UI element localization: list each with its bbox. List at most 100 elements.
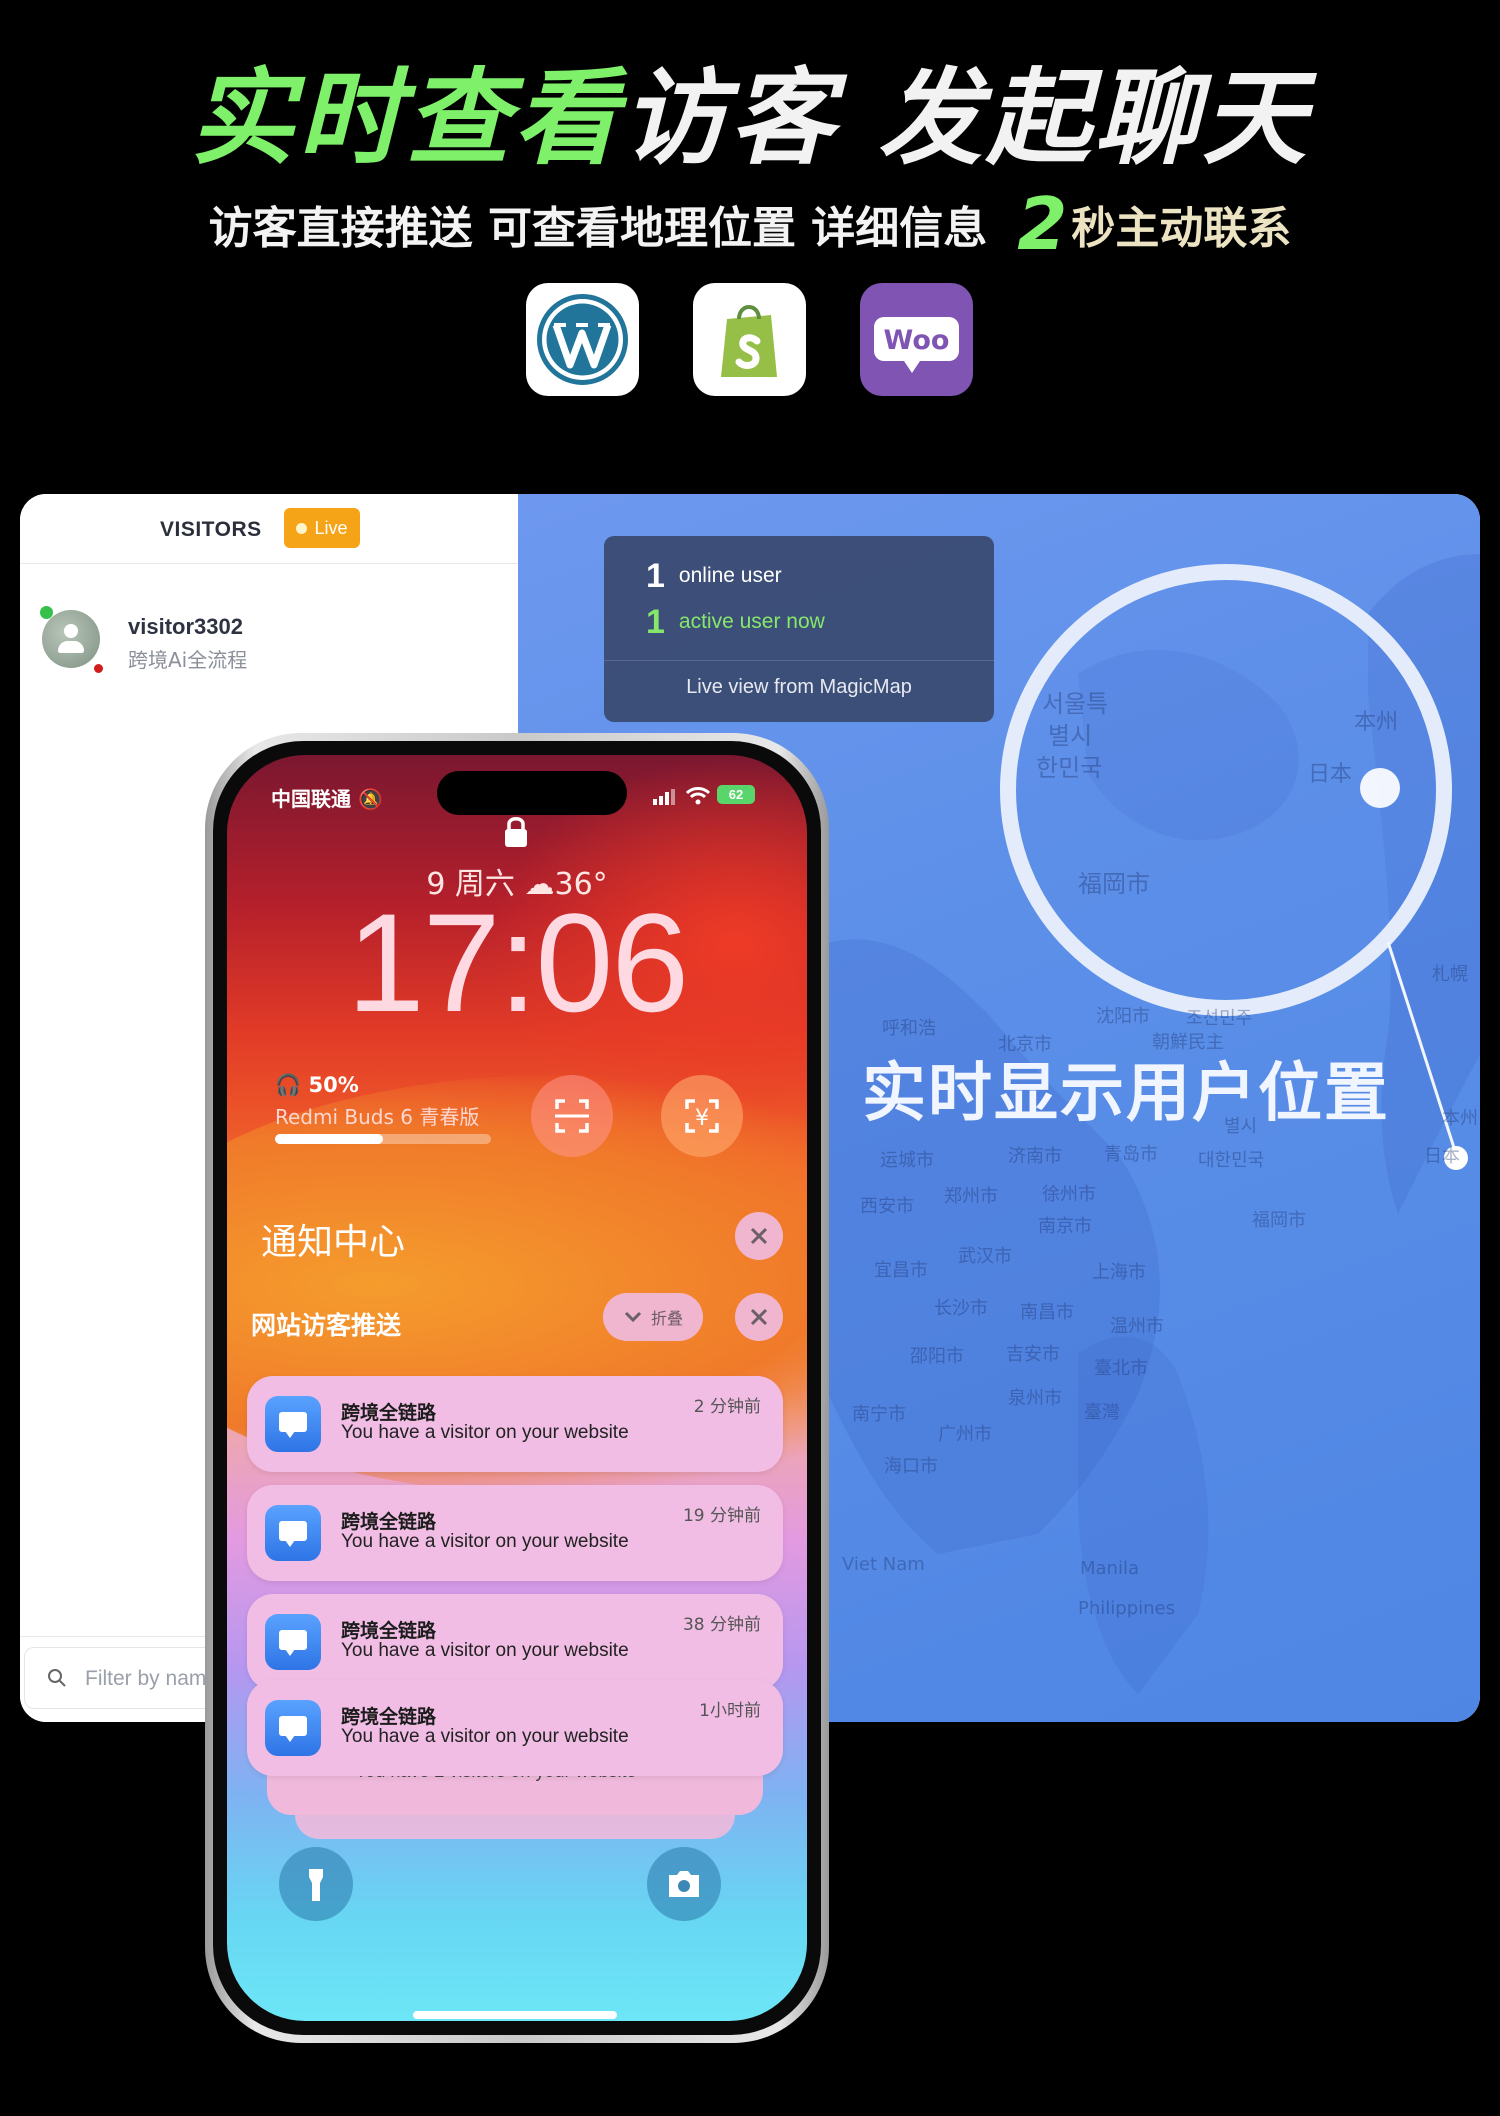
notification-time: 1小时前 <box>699 1701 761 1721</box>
chat-app-icon <box>265 1700 321 1756</box>
map-city-label: 西安市 <box>860 1196 914 1217</box>
notification-app: 跨境全链路 <box>341 1620 437 1642</box>
subheadline-text: 访客直接推送 可查看地理位置 详细信息 <box>208 203 988 254</box>
map-city-label: 臺灣 <box>1084 1402 1120 1423</box>
sidebar-header: VISITORS Live <box>20 494 518 564</box>
online-users-row: 1 online user <box>646 556 782 596</box>
map-city-label: 臺北市 <box>1094 1358 1148 1379</box>
map-city-label: 武汉市 <box>958 1246 1012 1267</box>
online-label: online user <box>678 564 782 587</box>
earbuds-battery: 🎧 50% <box>275 1073 359 1097</box>
subheadline: 访客直接推送 可查看地理位置 详细信息 2秒主动联系 <box>0 188 1500 260</box>
scan-widget-button[interactable] <box>531 1075 613 1157</box>
notification-center-close-button[interactable] <box>735 1212 783 1260</box>
active-count: 1 <box>646 602 665 641</box>
earbuds-name: Redmi Buds 6 青春版 <box>275 1105 480 1129</box>
close-icon <box>750 1227 768 1245</box>
map-caption: 实时显示用户位置 <box>862 1057 1390 1131</box>
map-city-label: 长沙市 <box>934 1298 988 1319</box>
map-city-label: 福岡市 <box>1252 1210 1306 1231</box>
scan-icon <box>555 1099 589 1133</box>
chevron-down-icon <box>624 1311 642 1323</box>
map-city-label: 대한민국 <box>1198 1150 1265 1171</box>
flashlight-icon <box>309 1869 323 1901</box>
carrier-label: 中国联通 🔕 <box>271 787 383 811</box>
lock-clock: 17:06 <box>346 884 689 1041</box>
map-city-label: 郑州市 <box>944 1186 998 1207</box>
notification-time: 2 分钟前 <box>693 1397 761 1417</box>
map-city-label: 温州市 <box>1110 1316 1164 1337</box>
notification-card[interactable]: 跨境全链路 You have a visitor on your website… <box>247 1485 783 1581</box>
map-city-label: 日本 <box>1424 1146 1460 1167</box>
phone-mockup: 中国联通 🔕 62 9 周六 ☁36° 17:06 🎧 50% Redmi Bu… <box>205 733 829 2043</box>
map-city-label: 邵阳市 <box>910 1346 964 1367</box>
headline-white: 访客 发起聊天 <box>621 57 1311 179</box>
alert-status-dot <box>92 662 105 675</box>
notification-message: You have a visitor on your website <box>341 1726 629 1747</box>
map-city-label: 日本 <box>1308 762 1353 787</box>
lock-screen: 中国联通 🔕 62 9 周六 ☁36° 17:06 🎧 50% Redmi Bu… <box>227 755 807 2021</box>
signal-wifi-icon <box>653 787 711 805</box>
visitor-subtitle: 跨境Ai全流程 <box>128 648 248 672</box>
live-label: Live <box>314 517 348 538</box>
visitor-avatar <box>42 610 100 668</box>
map-city-label: 吉安市 <box>1006 1344 1060 1365</box>
notification-card[interactable]: 跨境全链路 You have a visitor on your website… <box>247 1594 783 1690</box>
flashlight-button[interactable] <box>279 1847 353 1921</box>
notification-message: You have a visitor on your website <box>341 1422 629 1443</box>
map-city-label: Philippines <box>1078 1598 1175 1619</box>
headphones-icon: 🎧 <box>275 1073 302 1097</box>
stats-divider <box>604 660 994 661</box>
lock-icon <box>505 817 527 847</box>
map-city-label: 徐州市 <box>1042 1184 1096 1205</box>
active-label: active user now <box>678 610 825 633</box>
map-city-label: 泉州市 <box>1008 1388 1062 1409</box>
collapse-group-button[interactable]: 折叠 <box>603 1293 703 1341</box>
notification-card[interactable]: 跨境全链路 You have a visitor on your website… <box>247 1680 783 1776</box>
map-city-label: 조선민주 <box>1186 1008 1253 1029</box>
map-city-label: 运城市 <box>880 1150 934 1171</box>
map-city-label: Manila <box>1080 1558 1140 1579</box>
notification-message: You have a visitor on your website <box>341 1531 629 1552</box>
notification-app: 跨境全链路 <box>341 1706 437 1728</box>
woo-text: Woo <box>884 325 950 356</box>
map-city-label: 한민국 <box>1036 754 1103 782</box>
map-city-label: 별시 <box>1048 722 1093 750</box>
map-city-label: 南昌市 <box>1020 1302 1074 1323</box>
camera-icon <box>669 1871 699 1897</box>
woocommerce-logo: Woo <box>860 283 973 396</box>
map-city-label: 本州 <box>1354 710 1399 735</box>
map-city-label: 南京市 <box>1038 1216 1092 1237</box>
live-dot-icon <box>296 522 308 534</box>
map-city-label: Viet Nam <box>842 1554 925 1575</box>
map-city-label: 札幌 <box>1432 964 1468 985</box>
active-users-row: 1 active user now <box>646 602 825 642</box>
earbuds-battery-bar <box>275 1134 491 1144</box>
map-city-label: 海口市 <box>884 1456 938 1477</box>
map-city-label: 济南市 <box>1008 1146 1062 1167</box>
chat-app-icon <box>265 1396 321 1452</box>
map-city-label: 福岡市 <box>1078 870 1150 898</box>
notification-app: 跨境全链路 <box>341 1511 437 1533</box>
payment-widget-button[interactable]: ¥ <box>661 1075 743 1157</box>
magicmap-credit: Live view from MagicMap <box>686 676 912 698</box>
svg-text:¥: ¥ <box>695 1106 709 1131</box>
home-indicator[interactable] <box>413 2011 617 2019</box>
map-city-label: 呼和浩 <box>882 1018 936 1039</box>
headline: 实时查看访客 发起聊天 <box>0 66 1500 170</box>
map-city-label: 上海市 <box>1092 1262 1146 1283</box>
subheadline-number: 2 <box>1017 182 1068 266</box>
notification-time: 19 分钟前 <box>682 1506 761 1526</box>
notification-app: 跨境全链路 <box>341 1402 437 1424</box>
live-badge[interactable]: Live <box>284 508 360 548</box>
notification-time: 38 分钟前 <box>682 1615 761 1635</box>
chat-app-icon <box>265 1614 321 1670</box>
notification-card[interactable]: 跨境全链路 You have a visitor on your website… <box>247 1376 783 1472</box>
map-city-label: 广州市 <box>938 1424 992 1445</box>
camera-button[interactable] <box>647 1847 721 1921</box>
clear-group-button[interactable] <box>735 1293 783 1341</box>
map-city-label: 本州 <box>1442 1108 1478 1129</box>
battery-indicator: 62 <box>717 785 755 804</box>
map-city-label: 沈阳市 <box>1096 1006 1150 1027</box>
subheadline-tail: 秒主动联系 <box>1071 203 1292 254</box>
